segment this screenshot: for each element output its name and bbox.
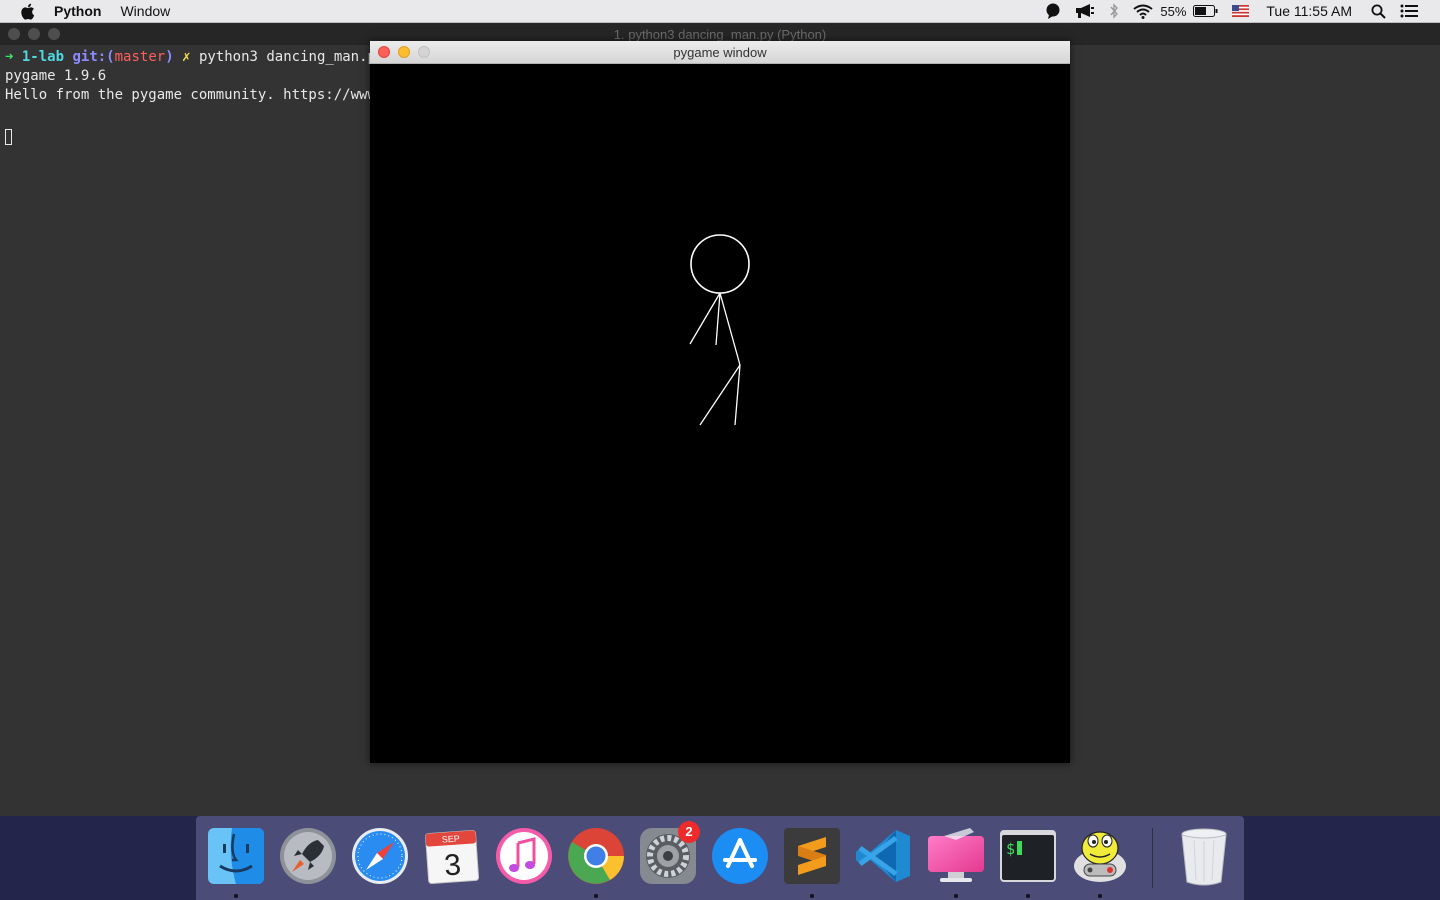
wifi-icon[interactable] (1133, 4, 1153, 19)
dock-cleanmymac[interactable] (926, 826, 986, 898)
prompt-directory: 1-lab (21, 49, 65, 65)
dock-trash[interactable] (1174, 826, 1234, 886)
running-indicator (1098, 894, 1102, 898)
dock-chrome[interactable] (566, 826, 626, 898)
menu-window[interactable]: Window (120, 3, 170, 19)
running-indicator (594, 894, 598, 898)
us-flag-icon[interactable] (1232, 5, 1250, 17)
battery-icon[interactable] (1193, 5, 1218, 17)
pygame-window: pygame window (370, 41, 1070, 763)
pygame-title: pygame window (673, 45, 767, 60)
prompt-git-label: git:( (72, 49, 115, 65)
menu-bar: Python Window 55% Tue 11:55 AM (0, 0, 1440, 23)
apple-icon[interactable] (0, 0, 54, 22)
notification-center-icon[interactable] (1400, 4, 1418, 18)
pygame-titlebar[interactable]: pygame window (370, 41, 1070, 64)
stick-figure-body (719, 292, 741, 366)
sublime-text-icon (784, 828, 840, 884)
pygame-snake-icon (1074, 831, 1126, 882)
chrome-icon (568, 828, 624, 884)
cleanmymac-icon (928, 828, 984, 882)
prompt-git-close: ) (165, 49, 174, 65)
stick-figure-left-arm (689, 292, 721, 345)
safari-icon (352, 828, 408, 884)
stick-figure-right-arm (715, 292, 721, 346)
pygame-canvas[interactable] (371, 64, 1069, 762)
dock-vscode[interactable] (854, 826, 914, 886)
running-indicator (810, 894, 814, 898)
calendar-month: SEP (441, 833, 460, 844)
terminal-icon: $ (1000, 830, 1056, 882)
prompt-branch: master (114, 49, 166, 65)
dock-separator (1152, 828, 1153, 888)
battery-percent: 55% (1160, 3, 1187, 19)
vscode-icon (856, 830, 910, 882)
finder-icon (208, 828, 264, 884)
calendar-icon: SEP 3 (425, 830, 480, 884)
itunes-icon (496, 828, 552, 884)
svg-text:$: $ (1006, 840, 1015, 858)
stick-figure-head (690, 234, 750, 294)
app-store-icon (712, 828, 768, 884)
running-indicator (234, 894, 238, 898)
dock-python-launcher[interactable] (1070, 826, 1130, 898)
trash-icon (1181, 828, 1227, 886)
dock-system-preferences[interactable]: 2 (638, 821, 700, 886)
dock: SEP 3 2 $ (196, 816, 1244, 900)
dock-itunes[interactable] (494, 826, 554, 886)
prompt-command: python3 dancing_man.py (198, 49, 385, 65)
menu-app-name[interactable]: Python (54, 3, 101, 19)
terminal-prompt-line: ➜ 1-lab git:(master) ✗ python3 dancing_m… (5, 48, 384, 67)
spotlight-search-icon[interactable] (1371, 4, 1386, 19)
bluetooth-icon[interactable] (1109, 3, 1119, 19)
prompt-arrow: ➜ (5, 49, 14, 65)
dock-terminal[interactable]: $ (998, 826, 1058, 898)
stick-figure-right-leg (734, 364, 741, 426)
stick-figure (689, 234, 750, 426)
dock-safari[interactable] (350, 826, 410, 886)
megaphone-icon[interactable] (1075, 3, 1095, 19)
dock-app-store[interactable] (710, 826, 770, 886)
notification-bubble-icon[interactable] (1045, 3, 1061, 19)
prompt-dirty-mark: ✗ (182, 49, 191, 65)
menu-clock[interactable]: Tue 11:55 AM (1266, 3, 1352, 19)
dock-calendar[interactable]: SEP 3 (422, 826, 482, 886)
launchpad-icon (280, 828, 336, 884)
dock-sublime-text[interactable] (782, 826, 842, 898)
dock-launchpad[interactable] (278, 826, 338, 886)
calendar-day: 3 (443, 848, 462, 882)
terminal-output-line: pygame 1.9.6 (5, 68, 107, 84)
notification-badge: 2 (678, 821, 700, 843)
dock-finder[interactable] (206, 826, 266, 898)
terminal-title: 1. python3 dancing_man.py (Python) (613, 27, 827, 42)
running-indicator (954, 894, 958, 898)
stick-figure-left-leg (699, 364, 741, 426)
running-indicator (1026, 894, 1030, 898)
terminal-cursor (5, 129, 12, 145)
